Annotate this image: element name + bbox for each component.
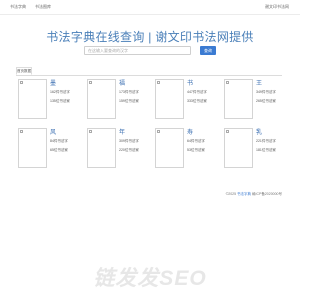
char-image[interactable] xyxy=(87,79,116,119)
char-artists-count: 53位书法家 xyxy=(187,148,205,152)
broken-image-icon xyxy=(20,130,23,133)
broken-image-icon xyxy=(157,130,160,133)
broken-image-icon xyxy=(20,81,23,84)
char-title[interactable]: 乳 xyxy=(256,127,262,136)
tab-bar: 首页数据 xyxy=(16,67,282,76)
char-works-count: 84件书法字 xyxy=(50,139,68,143)
char-title[interactable]: 墨 xyxy=(50,78,56,87)
char-artists-count: 135位书法家 xyxy=(50,99,70,103)
footer-icp[interactable]: 赣ICP备2020000号 xyxy=(252,192,282,196)
char-image[interactable] xyxy=(155,79,184,119)
char-title[interactable]: 书 xyxy=(187,78,193,87)
char-title[interactable]: 王 xyxy=(256,78,262,87)
char-artists-count: 65位书法家 xyxy=(50,148,68,152)
char-works-count: 162件书法字 xyxy=(50,90,70,94)
char-works-count: 221件书法字 xyxy=(256,139,276,143)
char-title[interactable]: 年 xyxy=(119,127,125,136)
char-artists-count: 265位书法家 xyxy=(256,99,276,103)
nav-link-dictionary[interactable]: 书法字典 xyxy=(10,4,26,10)
char-image[interactable] xyxy=(87,128,116,168)
page-title: 书法字典在线查询 | 谢文印书法网提供 xyxy=(46,30,254,44)
top-nav: 书法字典 书法图库 谢文印书法网 xyxy=(0,0,300,15)
char-title[interactable]: 福 xyxy=(119,78,125,87)
char-card[interactable]: 墨 162件书法字 135位书法家 xyxy=(18,79,73,124)
broken-image-icon xyxy=(89,81,92,84)
broken-image-icon xyxy=(157,81,160,84)
footer: ©2025 书法字典 赣ICP备2020000号 xyxy=(226,192,282,197)
char-works-count: 309件书法字 xyxy=(119,139,139,143)
char-card[interactable]: 风 84件书法字 65位书法家 xyxy=(18,128,73,173)
char-works-count: 349件书法字 xyxy=(256,90,276,94)
char-card[interactable]: 乳 221件书法字 181位书法家 xyxy=(224,128,279,173)
char-image[interactable] xyxy=(224,128,253,168)
char-works-count: 447件书法字 xyxy=(187,90,207,94)
page: 书法字典 书法图库 谢文印书法网 书法字典在线查询 | 谢文印书法网提供 查询 … xyxy=(0,0,300,300)
char-works-count: 173件书法字 xyxy=(119,90,139,94)
char-title[interactable]: 寿 xyxy=(187,127,193,136)
footer-site-link[interactable]: 书法字典 xyxy=(237,192,251,196)
char-image[interactable] xyxy=(18,79,47,119)
char-card[interactable]: 寿 64件书法字 53位书法家 xyxy=(155,128,210,173)
broken-image-icon xyxy=(226,81,229,84)
watermark-logo: 链发发SEO xyxy=(93,267,207,290)
char-card[interactable]: 福 173件书法字 159位书法家 xyxy=(87,79,142,124)
nav-link-site-home[interactable]: 谢文印书法网 xyxy=(265,4,289,9)
top-nav-links: 书法字典 书法图库 xyxy=(10,4,51,10)
broken-image-icon xyxy=(226,130,229,133)
nav-link-gallery[interactable]: 书法图库 xyxy=(35,4,51,10)
char-title[interactable]: 风 xyxy=(50,127,56,136)
char-image[interactable] xyxy=(224,79,253,119)
char-card[interactable]: 年 309件书法字 220位书法家 xyxy=(87,128,142,173)
search-input[interactable] xyxy=(84,46,191,55)
tab-home-data[interactable]: 首页数据 xyxy=(16,67,32,75)
char-card[interactable]: 王 349件书法字 265位书法家 xyxy=(224,79,279,124)
char-artists-count: 181位书法家 xyxy=(256,148,276,152)
search-button[interactable]: 查询 xyxy=(200,46,216,55)
char-artists-count: 333位书法家 xyxy=(187,99,207,103)
char-artists-count: 220位书法家 xyxy=(119,148,139,152)
top-nav-right: 谢文印书法网 xyxy=(265,4,289,10)
char-image[interactable] xyxy=(18,128,47,168)
char-works-count: 64件书法字 xyxy=(187,139,205,143)
footer-copyright: ©2025 xyxy=(225,192,237,196)
broken-image-icon xyxy=(89,130,92,133)
char-artists-count: 159位书法家 xyxy=(119,99,139,103)
char-image[interactable] xyxy=(155,128,184,168)
char-card[interactable]: 书 447件书法字 333位书法家 xyxy=(155,79,210,124)
